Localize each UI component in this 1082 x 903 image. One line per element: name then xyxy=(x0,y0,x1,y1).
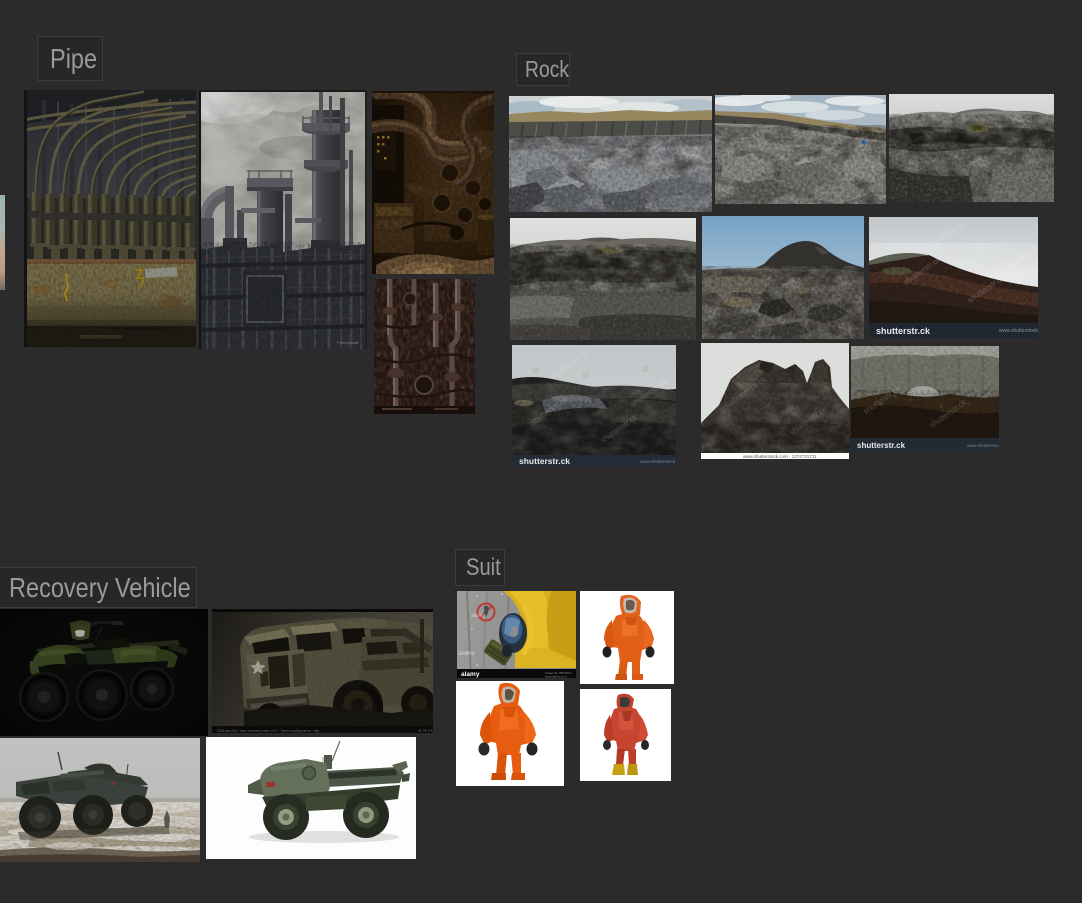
svg-text:M26 via USA · tank recovery ru: M26 via USA · tank recovery rules v1.0 ·… xyxy=(217,729,319,733)
svg-text:shutterstr.ck: shutterstr.ck xyxy=(519,456,570,466)
svg-text:www.shutterstock.com · 1274721: www.shutterstock.com · 1274721711 xyxy=(743,454,817,459)
svg-text:www.shutterstock: www.shutterstock xyxy=(640,459,676,464)
svg-text:alamy: alamy xyxy=(458,651,476,657)
svg-text:www.shutterstock.com: www.shutterstock.com xyxy=(999,328,1038,334)
svg-text:PurelyGreat: PurelyGreat xyxy=(337,340,359,345)
svg-text:www.alamy.com: www.alamy.com xyxy=(545,675,567,679)
svg-text:shutterstr.ck: shutterstr.ck xyxy=(857,441,906,450)
svg-text:shutterstr.ck: shutterstr.ck xyxy=(876,326,931,336)
svg-text:alamy: alamy xyxy=(461,671,480,678)
svg-text:alamy: alamy xyxy=(471,613,485,619)
svg-text:v1 75 7%: v1 75 7% xyxy=(418,729,433,733)
svg-text:www.shutterstock: www.shutterstock xyxy=(967,443,999,448)
